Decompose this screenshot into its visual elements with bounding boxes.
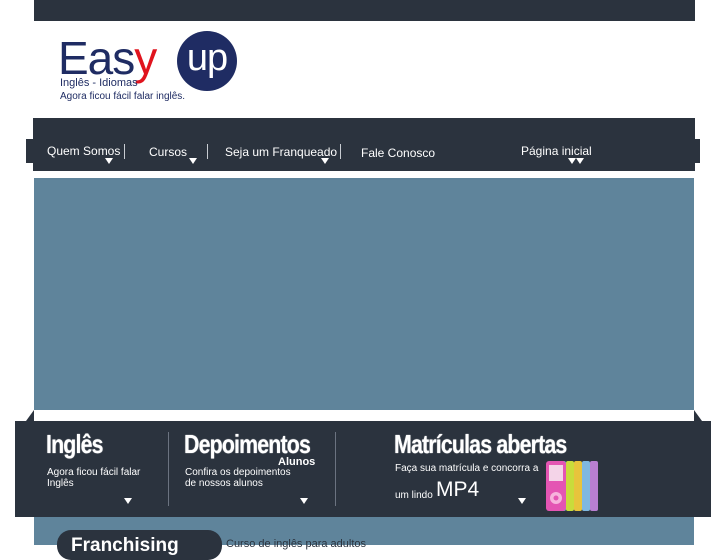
nav-item-franqueado[interactable]: Seja um Franqueado [225, 145, 337, 159]
course-caption[interactable]: Curso de inglês para adultos [226, 538, 366, 550]
chevron-down-icon[interactable] [518, 498, 526, 504]
matriculas-title[interactable]: Matrículas abertas [394, 429, 567, 460]
logo-tagline: Agora ficou fácil falar inglês. [60, 91, 186, 102]
nav-separator [124, 144, 125, 159]
chevron-down-icon[interactable] [124, 498, 132, 504]
mp4-label: MP4 [436, 478, 480, 501]
chevron-down-icon [189, 158, 197, 164]
hero-banner [34, 178, 694, 420]
band-corner-left [26, 410, 34, 421]
nav-item-quem-somos[interactable]: Quem Somos [47, 144, 120, 158]
column-divider [168, 432, 169, 506]
logo-subtitle: Inglês - Idiomas [60, 77, 138, 89]
ingles-title[interactable]: Inglês [46, 429, 104, 460]
logo-up-badge: up [177, 31, 237, 91]
matriculas-text-2: um lindo [395, 490, 433, 501]
nav-item-fale-conosco[interactable]: Fale Conosco [361, 146, 435, 160]
mp4-player-image [546, 461, 598, 511]
franchising-button[interactable]: Franchising [57, 530, 222, 560]
band-corner-right [694, 410, 702, 421]
nav-separator [207, 144, 208, 159]
chevron-down-icon [321, 158, 329, 164]
column-divider [335, 432, 336, 506]
chevron-down-icon [568, 158, 576, 164]
nav-separator [340, 144, 341, 159]
ingles-text: Agora ficou fácil falar Inglês [47, 467, 141, 489]
depoimentos-text: Confira os depoimentos de nossos alunos [185, 467, 291, 489]
logo[interactable]: Easy up Inglês - Idiomas Agora ficou fác… [34, 21, 248, 111]
nav-item-cursos[interactable]: Cursos [149, 145, 187, 159]
chevron-down-icon [576, 158, 584, 164]
matriculas-text: Faça sua matrícula e concorra a [395, 463, 539, 474]
top-bar [34, 0, 695, 21]
chevron-down-icon[interactable] [300, 498, 308, 504]
chevron-down-icon [105, 158, 113, 164]
nav-item-pagina-inicial[interactable]: Página inicial [521, 144, 592, 158]
